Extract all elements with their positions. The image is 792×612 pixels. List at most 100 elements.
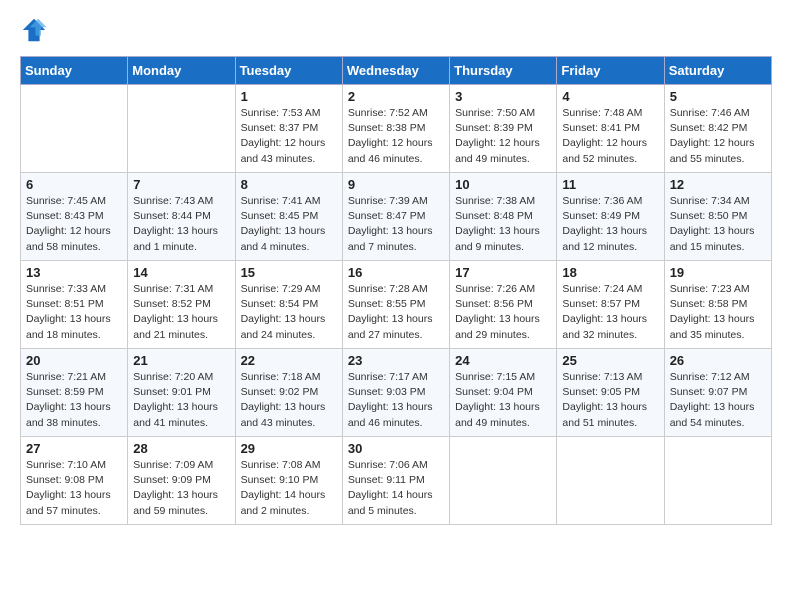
logo: [20, 16, 50, 44]
day-info: Sunrise: 7:08 AM Sunset: 9:10 PM Dayligh…: [241, 458, 337, 519]
calendar-cell: 11 Sunrise: 7:36 AM Sunset: 8:49 PM Dayli…: [557, 173, 664, 261]
day-number: 7: [133, 177, 229, 192]
day-number: 9: [348, 177, 444, 192]
day-info: Sunrise: 7:45 AM Sunset: 8:43 PM Dayligh…: [26, 194, 122, 255]
day-info: Sunrise: 7:52 AM Sunset: 8:38 PM Dayligh…: [348, 106, 444, 167]
day-number: 17: [455, 265, 551, 280]
day-number: 4: [562, 89, 658, 104]
day-info: Sunrise: 7:33 AM Sunset: 8:51 PM Dayligh…: [26, 282, 122, 343]
day-number: 5: [670, 89, 766, 104]
calendar-cell: 6 Sunrise: 7:45 AM Sunset: 8:43 PM Daylig…: [21, 173, 128, 261]
calendar-cell: [557, 437, 664, 525]
calendar-body: 1 Sunrise: 7:53 AM Sunset: 8:37 PM Daylig…: [21, 85, 772, 525]
day-info: Sunrise: 7:06 AM Sunset: 9:11 PM Dayligh…: [348, 458, 444, 519]
calendar-cell: 21Sunrise: 7:20 AM Sunset: 9:01 PM Dayli…: [128, 349, 235, 437]
day-info: Sunrise: 7:18 AM Sunset: 9:02 PM Dayligh…: [241, 370, 337, 431]
day-number: 1: [241, 89, 337, 104]
calendar-cell: 24 Sunrise: 7:15 AM Sunset: 9:04 PM Dayli…: [450, 349, 557, 437]
calendar-week-row: 13 Sunrise: 7:33 AM Sunset: 8:51 PM Dayli…: [21, 261, 772, 349]
day-info: Sunrise: 7:23 AM Sunset: 8:58 PM Dayligh…: [670, 282, 766, 343]
day-number: 24: [455, 353, 551, 368]
day-number: 16: [348, 265, 444, 280]
calendar-cell: 13 Sunrise: 7:33 AM Sunset: 8:51 PM Dayli…: [21, 261, 128, 349]
calendar-cell: 22 Sunrise: 7:18 AM Sunset: 9:02 PM Dayli…: [235, 349, 342, 437]
calendar-cell: 3Sunrise: 7:50 AM Sunset: 8:39 PM Daylig…: [450, 85, 557, 173]
calendar-week-row: 1 Sunrise: 7:53 AM Sunset: 8:37 PM Daylig…: [21, 85, 772, 173]
day-info: Sunrise: 7:50 AM Sunset: 8:39 PM Dayligh…: [455, 106, 551, 167]
calendar-cell: 23 Sunrise: 7:17 AM Sunset: 9:03 PM Dayli…: [342, 349, 449, 437]
day-number: 12: [670, 177, 766, 192]
day-number: 22: [241, 353, 337, 368]
calendar-week-row: 6 Sunrise: 7:45 AM Sunset: 8:43 PM Daylig…: [21, 173, 772, 261]
calendar-header: SundayMondayTuesdayWednesdayThursdayFrid…: [21, 57, 772, 85]
day-number: 25: [562, 353, 658, 368]
calendar-week-row: 27 Sunrise: 7:10 AM Sunset: 9:08 PM Dayli…: [21, 437, 772, 525]
calendar-cell: 5Sunrise: 7:46 AM Sunset: 8:42 PM Daylig…: [664, 85, 771, 173]
day-number: 14: [133, 265, 229, 280]
day-info: Sunrise: 7:43 AM Sunset: 8:44 PM Dayligh…: [133, 194, 229, 255]
day-info: Sunrise: 7:21 AM Sunset: 8:59 PM Dayligh…: [26, 370, 122, 431]
calendar-cell: 17 Sunrise: 7:26 AM Sunset: 8:56 PM Dayli…: [450, 261, 557, 349]
day-number: 28: [133, 441, 229, 456]
calendar-cell: 16 Sunrise: 7:28 AM Sunset: 8:55 PM Dayli…: [342, 261, 449, 349]
calendar-cell: [450, 437, 557, 525]
day-number: 2: [348, 89, 444, 104]
calendar-cell: 25 Sunrise: 7:13 AM Sunset: 9:05 PM Dayli…: [557, 349, 664, 437]
calendar-cell: 19 Sunrise: 7:23 AM Sunset: 8:58 PM Dayli…: [664, 261, 771, 349]
page-container: SundayMondayTuesdayWednesdayThursdayFrid…: [0, 0, 792, 541]
day-info: Sunrise: 7:36 AM Sunset: 8:49 PM Dayligh…: [562, 194, 658, 255]
day-number: 23: [348, 353, 444, 368]
day-info: Sunrise: 7:26 AM Sunset: 8:56 PM Dayligh…: [455, 282, 551, 343]
day-number: 27: [26, 441, 122, 456]
day-number: 15: [241, 265, 337, 280]
calendar-cell: [664, 437, 771, 525]
day-number: 26: [670, 353, 766, 368]
day-number: 11: [562, 177, 658, 192]
day-info: Sunrise: 7:15 AM Sunset: 9:04 PM Dayligh…: [455, 370, 551, 431]
calendar-cell: 7 Sunrise: 7:43 AM Sunset: 8:44 PM Daylig…: [128, 173, 235, 261]
calendar-cell: 1 Sunrise: 7:53 AM Sunset: 8:37 PM Daylig…: [235, 85, 342, 173]
day-number: 18: [562, 265, 658, 280]
calendar-cell: 20 Sunrise: 7:21 AM Sunset: 8:59 PM Dayli…: [21, 349, 128, 437]
weekday-header: Saturday: [664, 57, 771, 85]
calendar-table: SundayMondayTuesdayWednesdayThursdayFrid…: [20, 56, 772, 525]
weekday-header: Tuesday: [235, 57, 342, 85]
weekday-row: SundayMondayTuesdayWednesdayThursdayFrid…: [21, 57, 772, 85]
day-number: 10: [455, 177, 551, 192]
calendar-cell: 10Sunrise: 7:38 AM Sunset: 8:48 PM Dayli…: [450, 173, 557, 261]
weekday-header: Monday: [128, 57, 235, 85]
calendar-cell: 18 Sunrise: 7:24 AM Sunset: 8:57 PM Dayli…: [557, 261, 664, 349]
calendar-cell: [128, 85, 235, 173]
day-info: Sunrise: 7:48 AM Sunset: 8:41 PM Dayligh…: [562, 106, 658, 167]
page-header: [20, 16, 772, 44]
day-number: 19: [670, 265, 766, 280]
calendar-cell: 12 Sunrise: 7:34 AM Sunset: 8:50 PM Dayli…: [664, 173, 771, 261]
day-info: Sunrise: 7:09 AM Sunset: 9:09 PM Dayligh…: [133, 458, 229, 519]
day-number: 13: [26, 265, 122, 280]
day-info: Sunrise: 7:34 AM Sunset: 8:50 PM Dayligh…: [670, 194, 766, 255]
weekday-header: Thursday: [450, 57, 557, 85]
day-number: 6: [26, 177, 122, 192]
day-info: Sunrise: 7:24 AM Sunset: 8:57 PM Dayligh…: [562, 282, 658, 343]
day-info: Sunrise: 7:39 AM Sunset: 8:47 PM Dayligh…: [348, 194, 444, 255]
day-number: 20: [26, 353, 122, 368]
calendar-cell: 8Sunrise: 7:41 AM Sunset: 8:45 PM Daylig…: [235, 173, 342, 261]
day-info: Sunrise: 7:10 AM Sunset: 9:08 PM Dayligh…: [26, 458, 122, 519]
calendar-cell: 29 Sunrise: 7:08 AM Sunset: 9:10 PM Dayli…: [235, 437, 342, 525]
day-info: Sunrise: 7:31 AM Sunset: 8:52 PM Dayligh…: [133, 282, 229, 343]
day-number: 29: [241, 441, 337, 456]
calendar-cell: 4 Sunrise: 7:48 AM Sunset: 8:41 PM Daylig…: [557, 85, 664, 173]
day-info: Sunrise: 7:28 AM Sunset: 8:55 PM Dayligh…: [348, 282, 444, 343]
weekday-header: Wednesday: [342, 57, 449, 85]
calendar-cell: 30Sunrise: 7:06 AM Sunset: 9:11 PM Dayli…: [342, 437, 449, 525]
day-info: Sunrise: 7:13 AM Sunset: 9:05 PM Dayligh…: [562, 370, 658, 431]
calendar-cell: [21, 85, 128, 173]
day-info: Sunrise: 7:20 AM Sunset: 9:01 PM Dayligh…: [133, 370, 229, 431]
calendar-cell: 14 Sunrise: 7:31 AM Sunset: 8:52 PM Dayli…: [128, 261, 235, 349]
day-info: Sunrise: 7:17 AM Sunset: 9:03 PM Dayligh…: [348, 370, 444, 431]
day-info: Sunrise: 7:53 AM Sunset: 8:37 PM Dayligh…: [241, 106, 337, 167]
calendar-cell: 15 Sunrise: 7:29 AM Sunset: 8:54 PM Dayli…: [235, 261, 342, 349]
day-info: Sunrise: 7:29 AM Sunset: 8:54 PM Dayligh…: [241, 282, 337, 343]
calendar-cell: 26Sunrise: 7:12 AM Sunset: 9:07 PM Dayli…: [664, 349, 771, 437]
weekday-header: Sunday: [21, 57, 128, 85]
